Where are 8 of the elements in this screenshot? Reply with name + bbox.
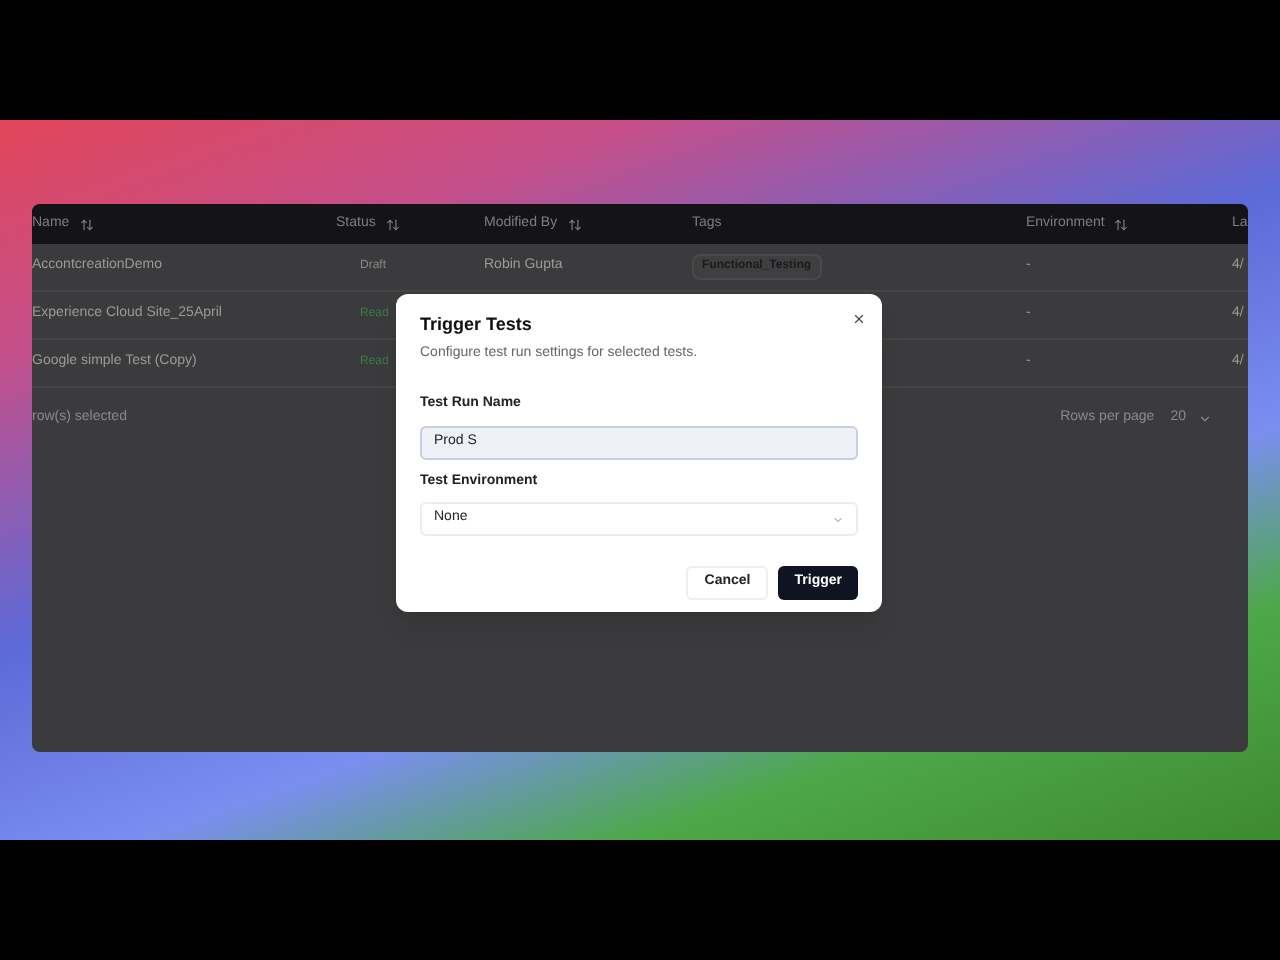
sort-icon[interactable] [79, 217, 94, 231]
sort-icon[interactable] [385, 217, 400, 231]
dialog-title: Trigger Tests [420, 312, 532, 338]
sort-icon[interactable] [567, 217, 582, 231]
chevron-icon [1198, 412, 1212, 426]
sort-icon[interactable] [1114, 217, 1129, 231]
chevron-icon [832, 513, 844, 525]
close-button[interactable] [852, 312, 866, 326]
